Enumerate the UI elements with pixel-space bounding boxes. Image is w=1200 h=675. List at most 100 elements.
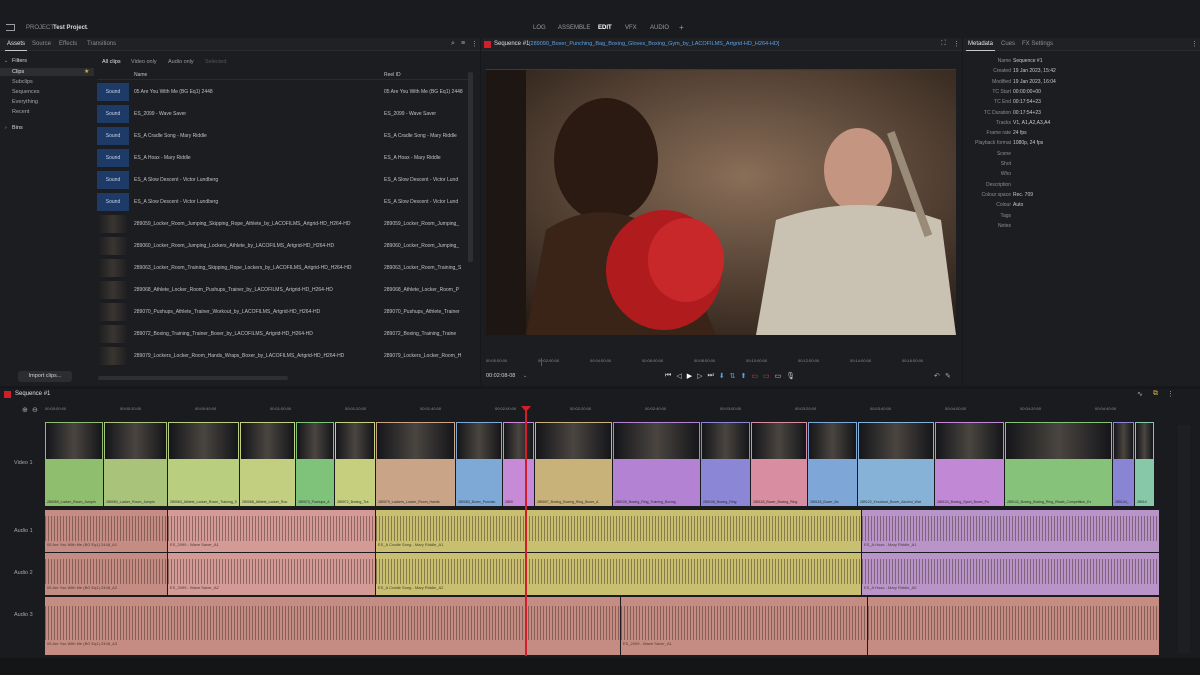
audio-clip[interactable]: ES_A Cradle Song - Mary Riddle_A1 [376, 510, 862, 552]
track-label-audio-3[interactable]: Audio 3 [14, 612, 33, 618]
list-view-icon[interactable]: ≡ [461, 40, 465, 47]
snap-icon[interactable]: ⧉ [1153, 390, 1158, 398]
video-frame[interactable] [486, 69, 956, 335]
pen-icon[interactable]: ✎ [945, 372, 951, 380]
video-clip[interactable]: 28914 [1135, 422, 1155, 506]
list-item[interactable]: Sound ES_A Slow Descent - Victor Lundberg… [97, 169, 467, 191]
audio-clip[interactable]: 05 Are You With Me (BG Eq1) 2448_A3 [45, 597, 621, 655]
previous-edit-icon[interactable]: ⏮ [665, 372, 671, 381]
timeline-sequence-title[interactable]: Sequence #1 [15, 391, 50, 397]
undo-icon[interactable]: ↶ [934, 372, 940, 380]
audio-clip[interactable]: 05 Are You With Me (BG Eq1) 2448_A1 [45, 510, 168, 552]
more-icon[interactable]: ⋮ [1167, 390, 1174, 398]
exit-icon[interactable] [6, 24, 15, 31]
video-clip[interactable]: 289070_Pushups_A [296, 422, 335, 506]
metadata-value[interactable]: 19 Jan 2023, 16:04 [1013, 79, 1056, 85]
tab-source[interactable]: Source [32, 41, 51, 47]
list-item[interactable]: Sound ES_2099 - Wave Saver ES_2099 - Wave … [97, 103, 467, 125]
fullscreen-icon[interactable]: ⛶ [941, 40, 946, 48]
viewer-timecode[interactable]: 00:02:08-08 [486, 373, 515, 379]
step-forward-icon[interactable]: ▷ [697, 372, 702, 381]
tab-fx-settings[interactable]: FX Settings [1022, 41, 1053, 47]
list-horizontal-scrollbar[interactable] [98, 376, 288, 380]
video-clip[interactable]: 289072_Boxing_Tra [335, 422, 376, 506]
star-icon[interactable]: ★ [84, 68, 89, 75]
overwrite-icon[interactable]: ▭ [763, 372, 770, 381]
tab-transitions[interactable]: Transitions [87, 41, 116, 47]
video-clip[interactable]: 289122_Knockout_Boxer_Alcohol_Wat [858, 422, 935, 506]
next-edit-icon[interactable]: ⏭ [707, 372, 713, 381]
audio-clip[interactable] [868, 597, 1160, 655]
tab-assets[interactable]: Assets [4, 41, 28, 51]
video-clip[interactable]: 289097_Boxing_Boxing_Ring_Boxer_A [535, 422, 613, 506]
add-tab-button[interactable]: + [679, 23, 684, 32]
tab-log[interactable]: LOG [533, 25, 546, 31]
timeline-playhead[interactable] [525, 408, 527, 656]
audio-icon[interactable]: 🎙 [786, 372, 795, 381]
search-icon[interactable]: ⌕ [451, 40, 455, 48]
video-clip[interactable]: 289144_ [1113, 422, 1135, 506]
video-clip[interactable]: 289068_Athlete_Locker_Roo [240, 422, 296, 506]
list-item[interactable]: 289068_Athlete_Locker_Room_Pushups_Train… [97, 279, 467, 301]
metadata-value[interactable]: V1, A1,A2,A3,A4 [1013, 120, 1050, 126]
list-item[interactable]: 289079_Lockers_Locker_Room_Hands_Wraps_B… [97, 345, 467, 367]
video-clip[interactable]: 289142_Boxing_Boxing_Ring_Rivals_Competi… [1005, 422, 1113, 506]
list-item[interactable]: 289070_Pushups_Athlete_Trainer_Workout_b… [97, 301, 467, 323]
audio-clip[interactable]: ES_A Cradle Song - Mary Riddle_A2 [376, 553, 862, 595]
video-clip[interactable]: 289079_Lockers_Locker_Room_Hands [376, 422, 456, 506]
list-item[interactable]: 289072_Boxing_Training_Trainer_Boxer_by_… [97, 323, 467, 345]
metadata-value[interactable]: Rec. 709 [1013, 192, 1033, 198]
chevron-down-icon[interactable]: ⌄ [523, 373, 527, 379]
column-name[interactable]: Name [134, 72, 147, 78]
video-clip[interactable]: 289060_Locker_Room_Jumpin [104, 422, 168, 506]
audio-clip[interactable]: ES_2099 - Wave Saver_A2 [168, 553, 376, 595]
metadata-value[interactable]: Auto [1013, 202, 1023, 208]
viewer-playhead[interactable] [541, 358, 542, 366]
filter-clips[interactable]: Clips [0, 68, 94, 76]
metadata-value[interactable]: 00:00:00+00 [1013, 89, 1041, 95]
mark-out-icon[interactable]: ⬆ [741, 372, 747, 381]
audio-clip[interactable]: ES_A Hoax - Mary Riddle_A2 [862, 553, 1160, 595]
zoom-out-icon[interactable]: ⊖ [32, 406, 38, 414]
video-clip[interactable]: 2890 [503, 422, 535, 506]
tab-vfx[interactable]: VFX [625, 25, 637, 31]
metadata-value[interactable]: 00:17:54+23 [1013, 110, 1041, 116]
track-label-audio-2[interactable]: Audio 2 [14, 570, 33, 576]
audio-clip[interactable]: ES_2099 - Wave Saver_A1 [168, 510, 376, 552]
video-clip[interactable]: 289124_Boxing_Sport_Boxer_Pu [935, 422, 1005, 506]
metadata-value[interactable]: 19 Jan 2023, 15:42 [1013, 68, 1056, 74]
track-label-video-1[interactable]: Video 1 [14, 460, 33, 466]
video-clip[interactable]: 289063_Athlete_Locker_Room_Training_Sk [168, 422, 240, 506]
track-label-audio-1[interactable]: Audio 1 [14, 528, 33, 534]
audio-clip[interactable]: 05 Are You With Me (BG Eq1) 2448_A2 [45, 553, 168, 595]
list-item[interactable]: Sound ES_A Hoax - Mary Riddle ES_A Hoax - … [97, 147, 467, 169]
audio-clip[interactable]: ES_A Hoax - Mary Riddle_A1 [862, 510, 1160, 552]
more-icon[interactable]: ⋮ [953, 40, 960, 48]
video-clip[interactable]: 289105_Boxing_Ring_Training_Boxing [613, 422, 701, 506]
tab-audio[interactable]: AUDIO [650, 25, 669, 31]
video-clip[interactable]: 289108_Boxing_Ring [701, 422, 751, 506]
list-item[interactable]: 289060_Locker_Room_Jumping_Lockers_Athle… [97, 235, 467, 257]
list-item[interactable]: Sound ES_A Cradle Song - Mary Riddle ES_A … [97, 125, 467, 147]
tab-cues[interactable]: Cues [1001, 41, 1015, 47]
metadata-value[interactable]: 00:17:54+23 [1013, 99, 1041, 105]
insert-icon[interactable]: ▭ [751, 372, 758, 381]
waveform-icon[interactable]: ∿ [1137, 390, 1143, 398]
viewer-sequence-title[interactable]: Sequence #1 [494, 41, 529, 47]
list-item[interactable]: 289059_Locker_Room_Jumping_Skipping_Rope… [97, 213, 467, 235]
mark-in-icon[interactable]: ⬇ [719, 372, 725, 381]
tab-assemble[interactable]: ASSEMBLE [558, 25, 590, 31]
tab-edit[interactable]: EDIT [598, 25, 612, 31]
video-clip[interactable]: 289083_Boxer_Punchin [456, 422, 503, 506]
play-icon[interactable]: ▶ [687, 372, 692, 381]
column-reel-id[interactable]: Reel ID [384, 72, 401, 78]
tab-video-only[interactable]: Video only [131, 59, 157, 65]
chevron-down-icon[interactable]: ⌄ [85, 25, 89, 31]
metadata-value[interactable]: 1080p, 24 fps [1013, 140, 1043, 146]
timeline-ruler[interactable]: 00:00:00:00 00:00:20:00 00:00:40:00 00:01:0… [45, 403, 1160, 415]
list-item[interactable]: Sound ES_A Slow Descent - Victor Lundberg… [97, 191, 467, 213]
list-scrollbar[interactable] [468, 72, 473, 262]
tab-audio-only[interactable]: Audio only [168, 59, 194, 65]
mark-clip-icon[interactable]: ⇅ [730, 372, 736, 381]
video-clip[interactable]: 289118_Boxer_Boxing_Ring [751, 422, 808, 506]
